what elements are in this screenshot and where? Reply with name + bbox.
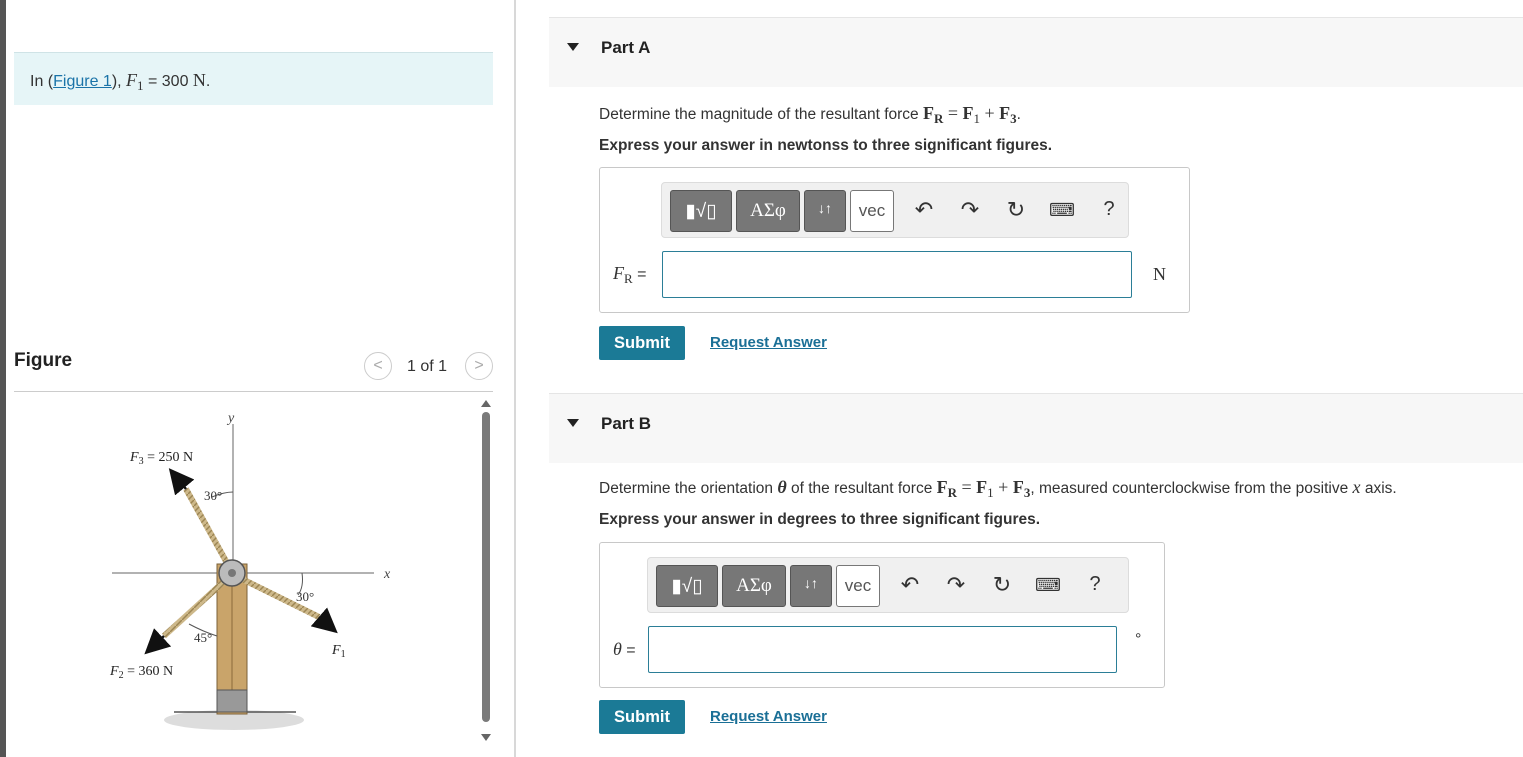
part-b-unit: °	[1135, 631, 1142, 648]
f3-arrow	[168, 468, 195, 496]
intro-var: F	[126, 70, 138, 90]
next-figure-button[interactable]: >	[465, 352, 493, 380]
intro-unit: N	[192, 70, 206, 90]
redo-icon[interactable]: ↷	[957, 197, 983, 223]
part-a-header[interactable]: Part A	[549, 17, 1523, 87]
angle-f1-label: 30°	[296, 589, 314, 604]
undo-icon[interactable]: ↶	[897, 572, 923, 598]
figure-scrollbar[interactable]	[480, 398, 492, 744]
part-b-title: Part B	[601, 414, 652, 433]
part-a-instruction: Express your answer in newtonss to three…	[599, 137, 1053, 154]
previous-figure-button[interactable]: <	[364, 352, 392, 380]
f2-arrow	[144, 628, 172, 655]
part-b-answer-input[interactable]	[648, 626, 1117, 673]
f1-arrow	[310, 607, 338, 634]
intro-end: .	[205, 73, 211, 90]
help-button[interactable]: ?	[1082, 573, 1108, 596]
part-b-answer-box: ▮√▯ ΑΣφ ↓↑ vec ↶ ↷ ↻ ⌨ ? θ = °	[599, 542, 1165, 688]
angle-f2-label: 45°	[194, 630, 212, 645]
f2-label: F2 = 360 N	[109, 664, 173, 681]
collapse-caret-icon[interactable]	[567, 43, 579, 51]
redo-icon[interactable]: ↷	[943, 572, 969, 598]
scroll-up-arrow-icon[interactable]	[481, 400, 491, 407]
intro-eq: = 300	[143, 73, 193, 90]
keyboard-icon[interactable]: ⌨	[1049, 200, 1075, 221]
force-diagram: y x 30° 30° 45° F3 = 250 N F2 = 360 N F1	[109, 411, 391, 730]
templates-button[interactable]: ▮√▯	[656, 565, 718, 607]
part-a-unit: N	[1153, 264, 1166, 284]
reset-icon[interactable]: ↻	[1003, 197, 1029, 223]
figure-count: 1 of 1	[407, 358, 448, 375]
x-axis-label: x	[383, 567, 391, 582]
part-b-submit-button[interactable]: Submit	[599, 700, 685, 734]
figure-title: Figure	[14, 350, 73, 371]
greek-symbols-button[interactable]: ΑΣφ	[736, 190, 800, 232]
part-b-instruction: Express your answer in degrees to three …	[599, 511, 1041, 528]
figure-header: Figure < 1 of 1 >	[14, 346, 493, 392]
undo-icon[interactable]: ↶	[911, 197, 937, 223]
collapse-caret-icon[interactable]	[567, 419, 579, 427]
part-b-request-answer-link[interactable]: Request Answer	[710, 708, 827, 725]
f1-label: F1	[331, 643, 346, 660]
part-a-answer-label: FR =	[613, 263, 647, 287]
figure-link[interactable]: Figure 1	[53, 73, 112, 90]
math-toolbar: ▮√▯ ΑΣφ ↓↑ vec ↶ ↷ ↻ ⌨ ?	[647, 557, 1129, 613]
part-a-title: Part A	[601, 38, 651, 57]
help-button[interactable]: ?	[1096, 198, 1122, 221]
scroll-down-arrow-icon[interactable]	[481, 734, 491, 741]
intro-statement: In (Figure 1), F1 = 300 N.	[14, 52, 493, 105]
keyboard-icon[interactable]: ⌨	[1035, 575, 1061, 596]
part-a-submit-button[interactable]: Submit	[599, 326, 685, 360]
part-b-answer-label: θ =	[613, 639, 636, 659]
vector-button[interactable]: vec	[850, 190, 894, 232]
scrollbar-thumb[interactable]	[482, 412, 490, 722]
angle-f3-label: 30°	[204, 488, 222, 503]
post-bracket	[216, 689, 248, 713]
intro-text: ),	[111, 73, 127, 90]
intro-text: In (	[30, 73, 54, 90]
part-b-header[interactable]: Part B	[549, 393, 1523, 463]
part-a-answer-box: ▮√▯ ΑΣφ ↓↑ vec ↶ ↷ ↻ ⌨ ? FR = N	[599, 167, 1190, 313]
part-a-answer-input[interactable]	[662, 251, 1132, 298]
figure-image: y x 30° 30° 45° F3 = 250 N F2 = 360 N F1	[14, 392, 484, 742]
math-toolbar: ▮√▯ ΑΣφ ↓↑ vec ↶ ↷ ↻ ⌨ ?	[661, 182, 1129, 238]
part-b-question: Determine the orientation θ of the resul…	[599, 477, 1397, 501]
subscript-superscript-button[interactable]: ↓↑	[790, 565, 832, 607]
f3-label: F3 = 250 N	[129, 450, 193, 467]
subscript-superscript-button[interactable]: ↓↑	[804, 190, 846, 232]
reset-icon[interactable]: ↻	[989, 572, 1015, 598]
part-a-question: Determine the magnitude of the resultant…	[599, 103, 1021, 127]
vector-button[interactable]: vec	[836, 565, 880, 607]
templates-button[interactable]: ▮√▯	[670, 190, 732, 232]
y-axis-label: y	[226, 411, 235, 426]
connector-bolt	[228, 569, 236, 577]
part-a-request-answer-link[interactable]: Request Answer	[710, 334, 827, 351]
pane-divider[interactable]	[514, 0, 516, 757]
greek-symbols-button[interactable]: ΑΣφ	[722, 565, 786, 607]
